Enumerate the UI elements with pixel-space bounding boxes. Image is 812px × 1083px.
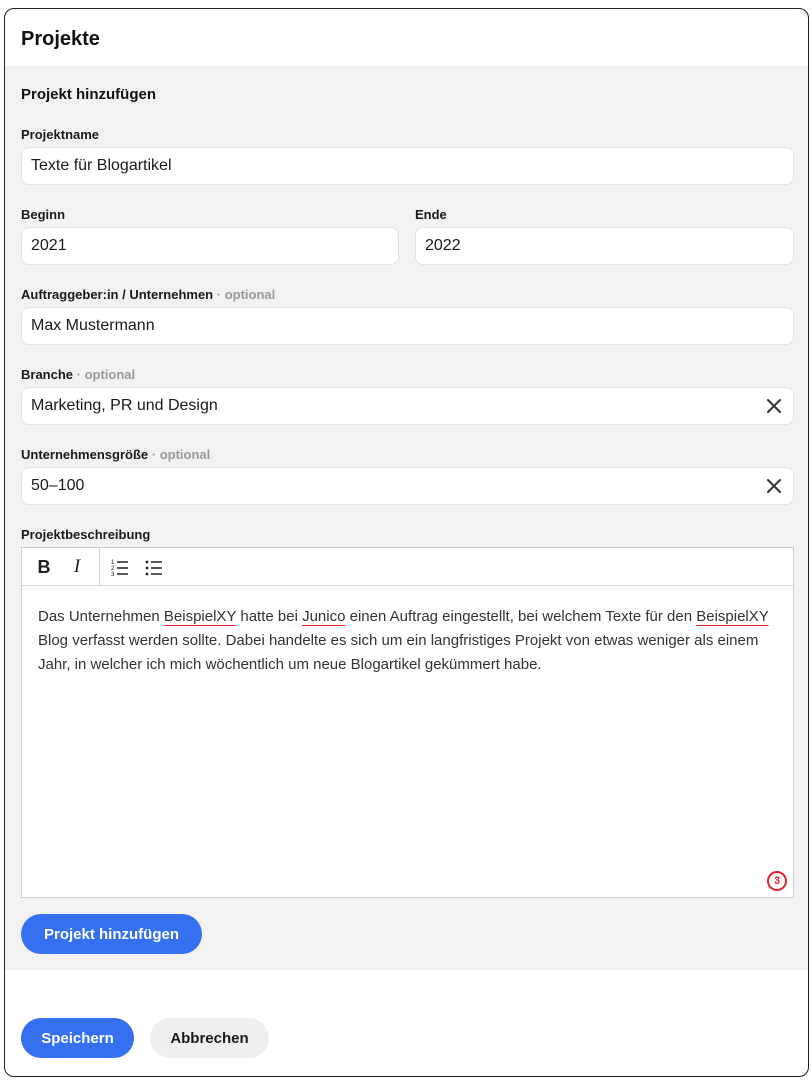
industry-label-text: Branche xyxy=(21,367,74,382)
add-project-button[interactable]: Projekt hinzufügen xyxy=(21,914,202,954)
industry-value: Marketing, PR und Design xyxy=(31,397,218,414)
close-icon[interactable] xyxy=(765,397,783,415)
bullet-list-icon[interactable] xyxy=(139,548,169,586)
begin-input[interactable]: 2021 xyxy=(21,227,399,265)
misspelled-word[interactable]: Junico xyxy=(302,608,345,625)
optional-hint: · optional xyxy=(76,367,136,382)
panel-title: Projekte xyxy=(21,28,100,50)
save-button[interactable]: Speichern xyxy=(21,1018,134,1058)
close-icon[interactable] xyxy=(765,477,783,495)
text-segment: Blog verfasst werden sollte. Dabei hande… xyxy=(38,632,759,673)
project-name-input[interactable]: Texte für Blogartikel xyxy=(21,147,794,185)
client-input[interactable]: Max Mustermann xyxy=(21,307,794,345)
italic-button[interactable]: I xyxy=(62,548,92,586)
editor-toolbar: B I 1 2 3 xyxy=(22,548,793,586)
optional-hint: · optional xyxy=(216,287,276,302)
optional-hint: · optional xyxy=(151,447,211,462)
spellcheck-badge[interactable]: 3 xyxy=(767,871,787,891)
bold-button[interactable]: B xyxy=(29,548,59,586)
end-label: Ende xyxy=(415,207,447,222)
industry-label: Branche · optional xyxy=(21,367,135,382)
description-text[interactable]: Das Unternehmen BeispielXY hatte bei Jun… xyxy=(38,605,778,677)
description-label: Projektbeschreibung xyxy=(21,527,151,542)
misspelled-word[interactable]: BeispielXY xyxy=(696,608,768,625)
client-label: Auftraggeber:in / Unternehmen · optional xyxy=(21,287,275,302)
begin-label: Beginn xyxy=(21,207,66,222)
company-size-select[interactable]: 50–100 xyxy=(21,467,794,505)
text-segment: einen Auftrag eingestellt, bei welchem T… xyxy=(345,608,697,625)
company-size-label: Unternehmensgröße · optional xyxy=(21,447,210,462)
description-editor[interactable]: B I 1 2 3 Das Unternehmen BeispielXY hat… xyxy=(21,547,794,898)
form-heading: Projekt hinzufügen xyxy=(21,86,156,103)
project-name-label: Projektname xyxy=(21,127,100,142)
toolbar-divider xyxy=(99,548,100,586)
text-segment: hatte bei xyxy=(236,608,303,625)
client-label-text: Auftraggeber:in / Unternehmen xyxy=(21,287,214,302)
text-segment: Das Unternehmen xyxy=(38,608,164,625)
projects-panel: Projekte Projekt hinzufügen Projektname … xyxy=(4,8,809,1077)
ordered-list-icon[interactable]: 1 2 3 xyxy=(105,548,135,586)
add-project-form: Projekt hinzufügen Projektname Texte für… xyxy=(5,66,808,970)
misspelled-word[interactable]: BeispielXY xyxy=(164,608,236,625)
svg-text:3: 3 xyxy=(111,572,115,576)
company-size-value: 50–100 xyxy=(31,477,85,494)
cancel-button[interactable]: Abbrechen xyxy=(150,1018,269,1058)
industry-select[interactable]: Marketing, PR und Design xyxy=(21,387,794,425)
company-size-label-text: Unternehmensgröße xyxy=(21,447,149,462)
end-input[interactable]: 2022 xyxy=(415,227,794,265)
